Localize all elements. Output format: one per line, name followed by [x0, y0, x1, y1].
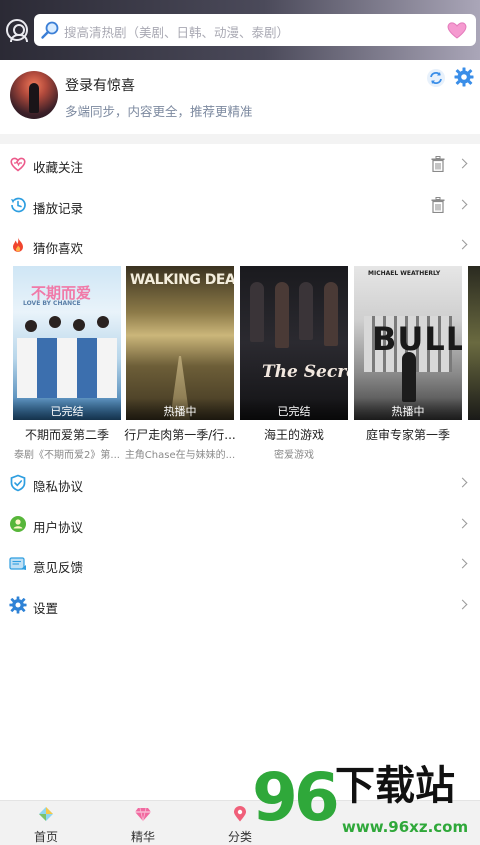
tab-highlights[interactable]: 精华 — [103, 801, 183, 845]
show-subtitle: 密爱游戏 — [274, 450, 314, 461]
poster-title: The Secret — [262, 362, 348, 382]
show-title[interactable]: 不期而爱第二季 — [9, 426, 125, 443]
gear-icon[interactable] — [454, 67, 474, 87]
trash-icon[interactable] — [431, 197, 445, 213]
poster-title: BULL — [372, 320, 462, 358]
show-title[interactable]: 庭审专家第一季 — [350, 426, 466, 443]
avatar[interactable] — [10, 71, 58, 119]
menu-privacy-label: 隐私协议 — [33, 479, 84, 494]
site-watermark: 96 下载站 www.96xz.com — [250, 758, 480, 845]
menu-settings-label: 设置 — [33, 601, 59, 616]
diamond-icon — [135, 807, 151, 822]
show-poster[interactable] — [468, 266, 480, 420]
show-subtitle: 主角Chase在与妹妹的... — [124, 450, 236, 461]
poster-subtitle: MICHAEL WEATHERLY — [368, 270, 441, 277]
section-divider — [0, 134, 480, 144]
show-poster[interactable]: 不期而爱 LOVE BY CHANCE 已完结 — [13, 266, 121, 420]
history-clock-icon — [11, 197, 26, 213]
poster-title: WALKING DEAD — [130, 272, 234, 288]
show-status: 热播中 — [126, 398, 234, 420]
trash-icon[interactable] — [431, 156, 445, 172]
shield-icon — [10, 474, 26, 492]
chevron-right-icon — [457, 518, 468, 529]
chevron-right-icon — [457, 599, 468, 610]
poster-cast — [250, 282, 338, 352]
show-card-partial[interactable] — [468, 266, 480, 420]
menu-history[interactable]: 播放记录 — [0, 186, 480, 226]
menu-favorites-label: 收藏关注 — [33, 160, 84, 175]
fire-icon — [13, 237, 23, 252]
watermark-url: www.96xz.com — [342, 818, 469, 836]
menu-history-label: 播放记录 — [33, 201, 84, 216]
show-status: 已完结 — [13, 398, 121, 420]
gear-icon — [9, 596, 27, 614]
menu-guess-you-like[interactable]: 猜你喜欢 — [0, 226, 480, 266]
show-card[interactable]: WALKING DEAD 热播中 行尸走肉第一季/行... 主角Chase在与妹… — [124, 266, 236, 461]
user-profile-icon[interactable] — [6, 19, 28, 42]
show-card[interactable]: MICHAEL WEATHERLY BULL 热播中 庭审专家第一季 — [354, 266, 462, 442]
chevron-right-icon — [457, 158, 468, 169]
menu-feedback-label: 意见反馈 — [33, 560, 84, 575]
menu-privacy[interactable]: 隐私协议 — [0, 464, 480, 504]
show-poster[interactable]: WALKING DEAD 热播中 — [126, 266, 234, 420]
show-status: 已完结 — [240, 398, 348, 420]
watermark-number: 96 — [252, 759, 340, 836]
menu-guess-label: 猜你喜欢 — [33, 241, 84, 256]
home-icon — [39, 807, 53, 821]
sync-icon[interactable] — [426, 68, 446, 88]
chevron-right-icon — [457, 239, 468, 250]
menu-feedback[interactable]: 意见反馈 — [0, 545, 480, 585]
show-poster[interactable]: MICHAEL WEATHERLY BULL 热播中 — [354, 266, 462, 420]
chevron-right-icon — [457, 199, 468, 210]
user-agreement-icon — [10, 516, 26, 532]
show-status: 热播中 — [354, 398, 462, 420]
show-subtitle: 泰剧《不期而爱2》第... — [14, 450, 120, 461]
menu-user-agreement[interactable]: 用户协议 — [0, 505, 480, 545]
chevron-right-icon — [457, 558, 468, 569]
heart-icon[interactable] — [446, 20, 468, 40]
top-bar: 搜高清热剧（美剧、日韩、动漫、泰剧） — [0, 0, 480, 60]
menu-favorites[interactable]: 收藏关注 — [0, 145, 480, 185]
tab-highlights-label: 精华 — [130, 830, 155, 844]
feedback-icon — [9, 557, 26, 570]
show-poster[interactable]: The Secret 已完结 — [240, 266, 348, 420]
recommendation-carousel[interactable]: 不期而爱 LOVE BY CHANCE 已完结 不期而爱第二季 泰剧《不期而爱2… — [0, 266, 480, 466]
login-subtitle: 多端同步，内容更全，推荐更精准 — [65, 104, 253, 119]
tab-home-label: 首页 — [33, 830, 58, 844]
menu-user-agreement-label: 用户协议 — [33, 520, 84, 535]
poster-subtitle: LOVE BY CHANCE — [23, 300, 81, 307]
poster-figures-bodies — [17, 338, 117, 398]
show-card[interactable]: The Secret 已完结 海王的游戏 密爱游戏 — [240, 266, 348, 461]
tab-home[interactable]: 首页 — [6, 801, 86, 845]
search-icon — [41, 21, 59, 39]
menu-settings[interactable]: 设置 — [0, 586, 480, 626]
search-box[interactable]: 搜高清热剧（美剧、日韩、动漫、泰剧） — [34, 14, 476, 46]
poster-figure — [402, 352, 416, 402]
search-placeholder[interactable]: 搜高清热剧（美剧、日韩、动漫、泰剧） — [64, 22, 289, 41]
show-title[interactable]: 海王的游戏 — [236, 426, 352, 443]
show-title[interactable]: 行尸走肉第一季/行... — [122, 426, 238, 443]
location-pin-icon — [234, 806, 246, 822]
profile-section[interactable]: 登录有惊喜 多端同步，内容更全，推荐更精准 — [0, 60, 480, 134]
chevron-right-icon — [457, 477, 468, 488]
heart-outline-icon — [10, 157, 26, 172]
login-title[interactable]: 登录有惊喜 — [65, 75, 135, 95]
watermark-title: 下载站 — [335, 763, 455, 809]
show-card[interactable]: 不期而爱 LOVE BY CHANCE 已完结 不期而爱第二季 泰剧《不期而爱2… — [13, 266, 121, 461]
